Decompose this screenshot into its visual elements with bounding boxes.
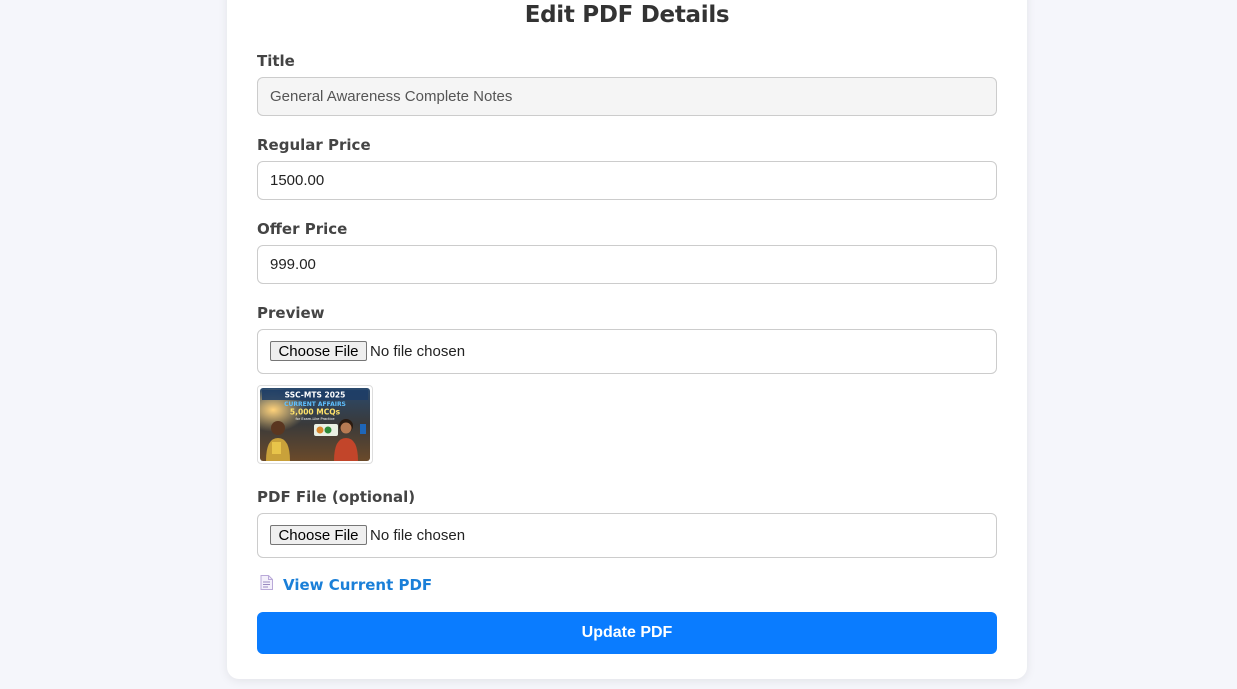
offer-price-field[interactable]: 999.00 (257, 245, 997, 284)
preview-file-input[interactable]: Choose File No file chosen (257, 329, 997, 374)
regular-price-value: 1500.00 (270, 172, 325, 189)
view-current-pdf-link[interactable]: View Current PDF (260, 575, 432, 594)
pdf-file-status: No file chosen (370, 527, 466, 544)
preview-choose-file-button[interactable]: Choose File (270, 341, 367, 361)
thumb-line3: 5,000 MCQs (290, 408, 341, 417)
pdf-choose-file-button[interactable]: Choose File (270, 525, 367, 545)
preview-thumbnail: SSC-MTS 2025 CURRENT AFFAIRS 5,000 MCQs … (257, 385, 373, 464)
preview-file-status: No file chosen (370, 343, 466, 360)
title-field[interactable]: General Awareness Complete Notes (257, 77, 997, 116)
update-pdf-button[interactable]: Update PDF (257, 612, 997, 654)
edit-pdf-card: Edit PDF Details Title General Awareness… (227, 0, 1027, 679)
title-label: Title (257, 52, 295, 70)
offer-price-label: Offer Price (257, 220, 348, 238)
preview-label: Preview (257, 304, 325, 322)
pdf-file-input[interactable]: Choose File No file chosen (257, 513, 997, 558)
document-icon (260, 575, 273, 594)
view-current-pdf-label: View Current PDF (283, 575, 433, 594)
title-value: General Awareness Complete Notes (270, 88, 513, 105)
regular-price-field[interactable]: 1500.00 (257, 161, 997, 200)
offer-price-value: 999.00 (270, 256, 316, 273)
page-title: Edit PDF Details (524, 2, 730, 28)
thumb-line1: SSC-MTS 2025 (285, 391, 346, 400)
pdf-file-label: PDF File (optional) (257, 488, 416, 506)
regular-price-label: Regular Price (257, 136, 371, 154)
thumb-line4: for Exam-Like Practice (295, 417, 334, 421)
